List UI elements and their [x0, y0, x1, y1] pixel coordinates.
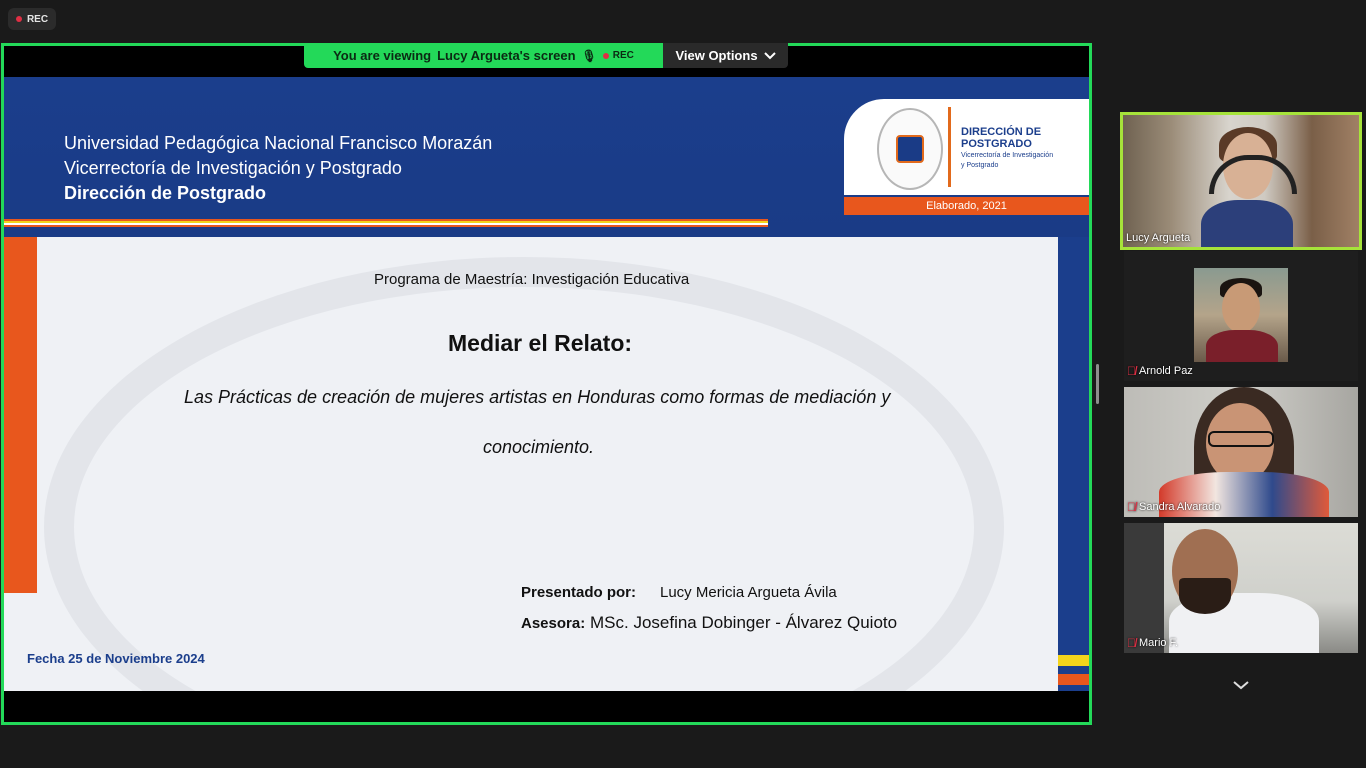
- participant-name-label: 🎙̸ Arnold Paz: [1127, 364, 1193, 378]
- video-shadow: [1124, 523, 1164, 653]
- participant-tile-arnold[interactable]: 🎙̸ Arnold Paz: [1124, 251, 1358, 381]
- participant-tile-sandra[interactable]: 🎙̸ Sandra Alvarado: [1124, 387, 1358, 517]
- viewing-prefix: You are viewing: [333, 48, 432, 63]
- presented-by-label: Presentado por:: [521, 584, 637, 601]
- logo-title-line1: DIRECCIÓN DE: [961, 126, 1042, 138]
- view-options-label: View Options: [675, 48, 758, 63]
- chevron-down-icon: [1233, 681, 1249, 690]
- presenter-full-name: Lucy Mericia Argueta Ávila: [660, 584, 837, 601]
- logo-strip: Elaborado, 2021: [844, 197, 1089, 215]
- participant-name: Lucy Argueta: [1126, 232, 1191, 244]
- share-rec-label: REC: [612, 50, 634, 61]
- record-dot-icon: [602, 52, 609, 59]
- participant-name-label: Lucy Argueta: [1126, 232, 1190, 244]
- slide-subtitle-line1: Las Prácticas de creación de mujeres art…: [184, 387, 891, 407]
- record-dot-icon: [15, 16, 22, 22]
- logo-title-line2: POSTGRADO: [961, 138, 1032, 150]
- slide-header: Universidad Pedagógica Nacional Francisc…: [4, 77, 1089, 237]
- logo-text: DIRECCIÓN DE POSTGRADO Vicerrectoría de …: [961, 126, 1053, 170]
- presenter-mic-icon: 🎙: [581, 48, 597, 63]
- advisor-label: Asesora:: [521, 615, 586, 632]
- right-yellow-stripe: [1058, 655, 1089, 666]
- participant-name-label: 🎙̸ Sandra Alvarado: [1127, 500, 1220, 514]
- postgrad-direction: Dirección de Postgrado: [64, 183, 267, 203]
- participant-face: [1222, 283, 1260, 333]
- advisor-name: MSc. Josefina Dobinger - Álvarez Quioto: [590, 613, 898, 632]
- postgrado-logo: DIRECCIÓN DE POSTGRADO Vicerrectoría de …: [844, 99, 1089, 195]
- participant-body: [1201, 200, 1293, 247]
- participant-name: Sandra Alvarado: [1139, 501, 1221, 513]
- viewing-banner: You are viewing Lucy Argueta's screen 🎙 …: [304, 43, 663, 68]
- participant-body: [1206, 330, 1278, 362]
- university-title: Universidad Pedagógica Nacional Francisc…: [64, 131, 492, 206]
- participant-name-label: 🎙̸ Mario F.: [1127, 636, 1178, 650]
- university-seal-icon: [877, 108, 943, 190]
- participant-beard: [1179, 578, 1231, 614]
- share-rec-indicator: REC: [602, 50, 634, 61]
- chevron-down-icon: [763, 51, 776, 59]
- recording-badge: REC: [8, 8, 56, 30]
- muted-mic-icon: 🎙̸: [1127, 364, 1136, 378]
- glasses-icon: [1208, 431, 1274, 447]
- slide-title: Mediar el Relato:: [448, 330, 633, 356]
- slide-subtitle-line2: conocimiento.: [483, 437, 595, 457]
- muted-mic-icon: 🎙̸: [1127, 500, 1136, 514]
- right-accent-bar: [1058, 237, 1089, 691]
- participant-tile-lucy[interactable]: Lucy Argueta: [1120, 112, 1362, 250]
- participant-name: Arnold Paz: [1139, 365, 1193, 377]
- presenter-name: Lucy Argueta's screen: [437, 48, 576, 63]
- muted-mic-icon: 🎙̸: [1127, 636, 1136, 650]
- logo-divider: [948, 107, 951, 187]
- presentation-slide: Universidad Pedagógica Nacional Francisc…: [4, 77, 1089, 691]
- program-name: Programa de Maestría: Investigación Educ…: [374, 271, 690, 288]
- university-name: Universidad Pedagógica Nacional Francisc…: [64, 133, 493, 153]
- right-orange-stripe: [1058, 674, 1089, 685]
- participant-video: [1194, 268, 1288, 362]
- header-stripes: [4, 219, 768, 229]
- participant-name: Mario F.: [1139, 637, 1179, 649]
- logo-sub-line1: Vicerrectoría de Investigación: [961, 152, 1054, 159]
- presentation-date: Fecha 25 de Noviembre 2024: [27, 651, 205, 666]
- logo-sub-line2: y Postgrado: [961, 162, 999, 169]
- view-options-button[interactable]: View Options: [663, 43, 788, 68]
- more-participants-button[interactable]: [1231, 677, 1251, 693]
- panel-resize-handle[interactable]: [1096, 364, 1099, 404]
- recording-label: REC: [26, 13, 49, 25]
- participant-tile-mario[interactable]: 🎙̸ Mario F.: [1124, 523, 1358, 653]
- left-accent-bar: [4, 237, 37, 593]
- vice-rectory: Vicerrectoría de Investigación y Postgra…: [64, 158, 402, 178]
